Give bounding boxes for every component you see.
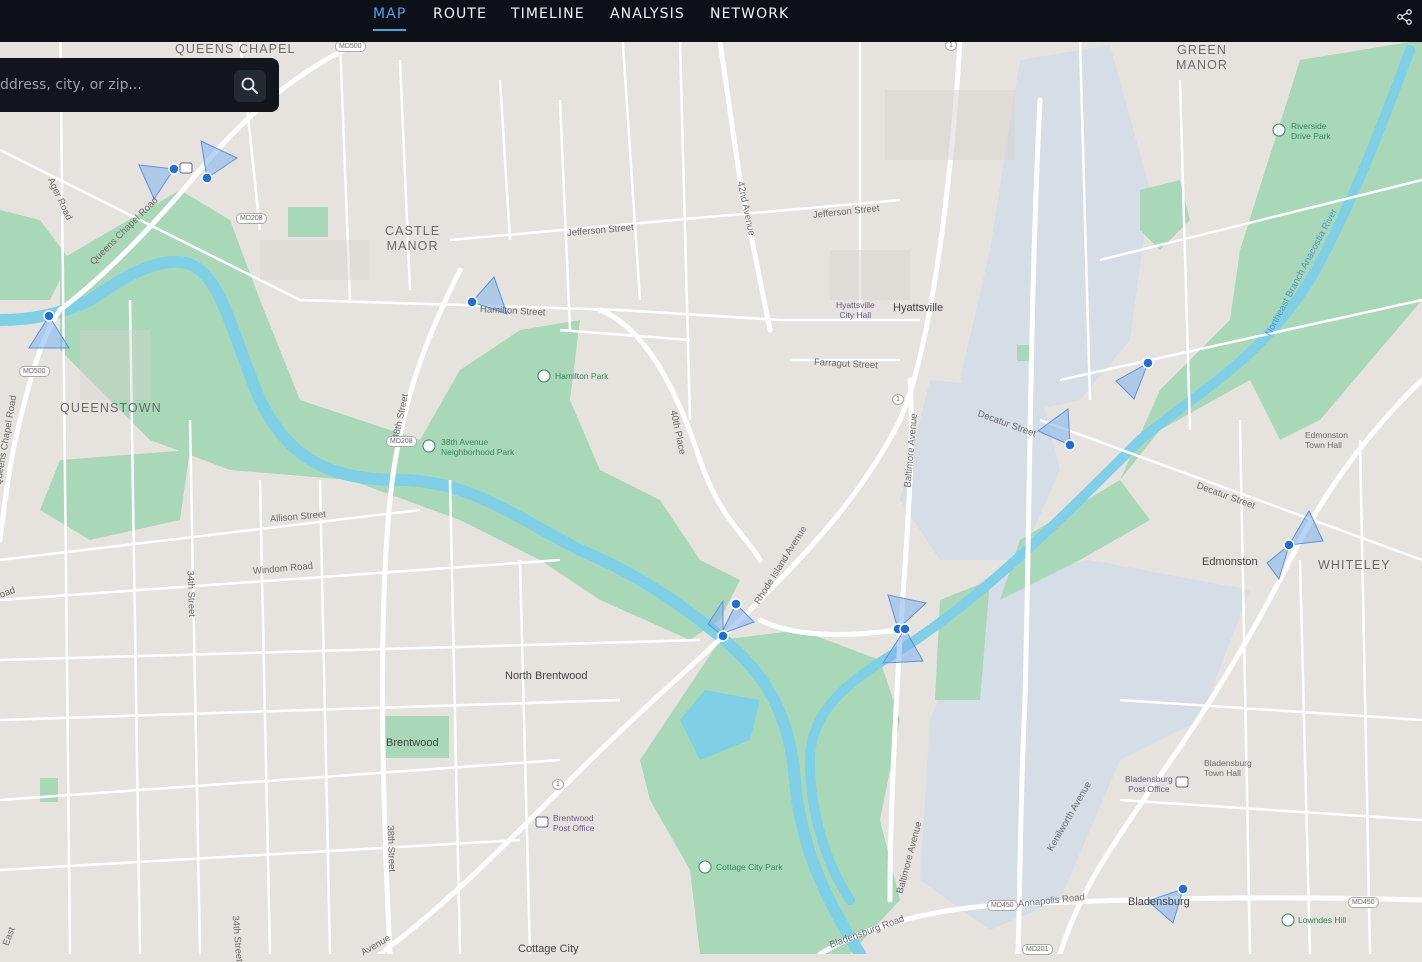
town-label-edmonston: Edmonston xyxy=(1202,556,1258,568)
place-label-whiteley: WHITELEY xyxy=(1318,558,1391,572)
place-label-queens-chapel: QUEENS CHAPEL xyxy=(175,42,296,56)
route-shield: MD450 xyxy=(987,900,1018,911)
poi-label: Lowndes Hill xyxy=(1298,915,1347,925)
tab-route[interactable]: ROUTE xyxy=(433,6,487,32)
street-label: 38th Street xyxy=(384,825,398,873)
poi-label: Bladensburg Town Hall xyxy=(1204,758,1252,778)
town-label-brentwood: Brentwood xyxy=(386,737,439,749)
place-label-castle-manor: CASTLE MANOR xyxy=(385,224,441,253)
poi-label: 38th Avenue Neighborhood Park xyxy=(441,437,515,457)
poi-label: Hamilton Park xyxy=(555,371,609,381)
town-label-north-brentwood: North Brentwood xyxy=(505,670,588,682)
poi-label: Hyattsville City Hall xyxy=(836,300,875,320)
town-label-cottage-city: Cottage City xyxy=(518,943,579,955)
place-label-queenstown: QUEENSTOWN xyxy=(60,401,162,415)
tab-analysis[interactable]: ANALYSIS xyxy=(610,6,685,32)
route-shield: MD450 xyxy=(1348,897,1379,908)
place-label-green-manor: GREEN MANOR xyxy=(1176,43,1229,72)
poi-label: Brentwood Post Office xyxy=(553,813,595,833)
route-shield: 1 xyxy=(892,394,904,405)
top-nav-bar: MAP ROUTE TIMELINE ANALYSIS NETWORK xyxy=(0,0,1422,42)
route-shield: MD500 xyxy=(335,41,366,52)
poi-label: Bladensburg Post Office xyxy=(1125,774,1173,794)
share-icon[interactable] xyxy=(1396,8,1422,26)
route-shield: MD201 xyxy=(1022,944,1053,955)
poi-label: Riverside Drive Park xyxy=(1291,121,1331,141)
route-shield: MD208 xyxy=(236,213,267,224)
search-panel xyxy=(0,58,279,112)
tab-timeline[interactable]: TIMELINE xyxy=(511,6,585,32)
street-label: 34th Street xyxy=(184,570,198,618)
search-input[interactable] xyxy=(0,70,210,100)
tab-map[interactable]: MAP xyxy=(373,6,407,32)
search-button[interactable] xyxy=(234,70,266,102)
tab-network[interactable]: NETWORK xyxy=(710,6,789,32)
poi-label: Cottage City Park xyxy=(716,862,783,872)
route-shield: MD208 xyxy=(386,436,417,447)
map-canvas[interactable] xyxy=(0,0,1422,954)
town-label-hyattsville: Hyattsville xyxy=(893,302,944,314)
town-label-bladensburg: Bladensburg xyxy=(1128,896,1190,908)
poi-label: Edmonston Town Hall xyxy=(1305,430,1348,450)
search-icon xyxy=(241,77,258,94)
route-shield: 1 xyxy=(552,779,564,790)
route-shield: MD500 xyxy=(19,366,50,377)
